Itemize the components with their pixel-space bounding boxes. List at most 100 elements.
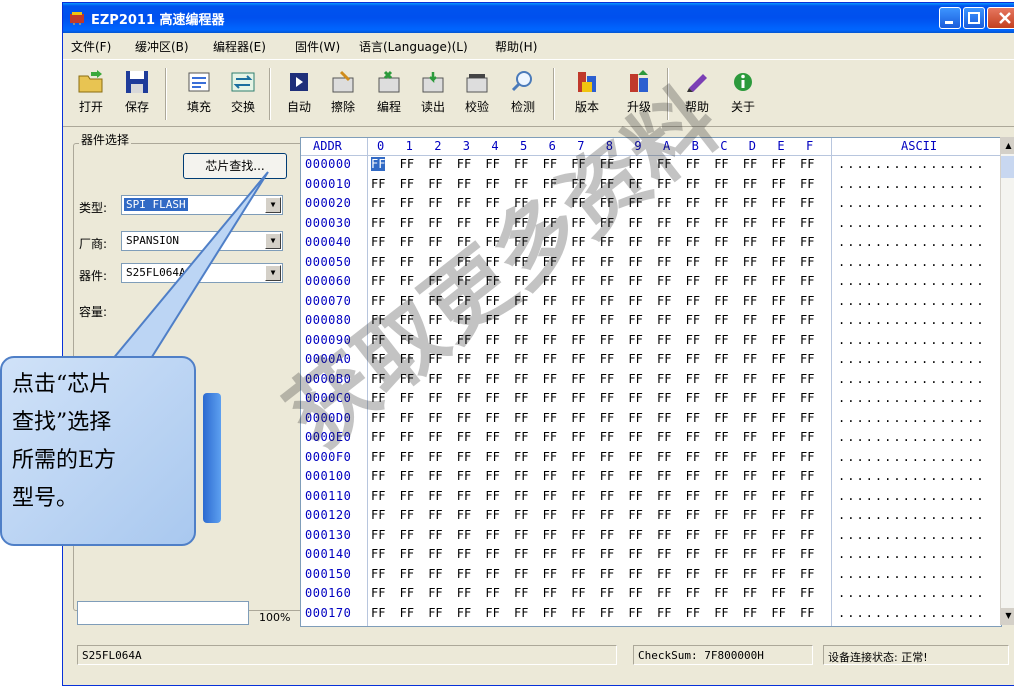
hex-byte[interactable]: FF [800,216,814,230]
hex-byte[interactable]: FF [771,508,785,522]
hex-byte[interactable]: FF [571,567,585,581]
hex-byte[interactable]: FF [714,216,728,230]
hex-byte[interactable]: FF [543,450,557,464]
hex-byte[interactable]: FF [428,528,442,542]
hex-byte[interactable]: FF [600,391,614,405]
hex-byte[interactable]: FF [771,352,785,366]
hex-byte[interactable]: FF [514,177,528,191]
menu-buffer[interactable]: 缓冲区(B) [135,38,189,55]
scroll-thumb[interactable] [1001,156,1014,178]
hex-byte[interactable]: FF [457,157,471,171]
hex-byte[interactable]: FF [714,352,728,366]
hex-byte[interactable]: FF [371,567,385,581]
hex-byte[interactable]: FF [371,450,385,464]
hex-byte[interactable]: FF [628,294,642,308]
hex-byte[interactable]: FF [371,177,385,191]
hex-byte[interactable]: FF [428,313,442,327]
hex-byte[interactable]: FF [628,586,642,600]
hex-byte[interactable]: FF [457,255,471,269]
hex-ascii[interactable]: ................ [838,411,986,425]
hex-byte[interactable]: FF [371,274,385,288]
hex-byte[interactable]: FF [485,294,499,308]
hex-byte[interactable]: FF [485,567,499,581]
hex-byte[interactable]: FF [600,196,614,210]
hex-byte[interactable]: FF [800,352,814,366]
hex-row[interactable]: 000120 FF FF FF FF FF FF FF FF FF FF FF FF FF FF FF FF..… [301,507,1001,524]
hex-byte[interactable]: FF [600,177,614,191]
hex-byte[interactable]: FF [743,469,757,483]
hex-byte[interactable]: FF [686,508,700,522]
hex-byte[interactable]: FF [371,235,385,249]
hex-byte[interactable]: FF [771,294,785,308]
hex-byte[interactable]: FF [714,411,728,425]
hex-byte[interactable]: FF [600,450,614,464]
hex-byte[interactable]: FF [428,333,442,347]
hex-byte[interactable]: FF [743,372,757,386]
hex-byte[interactable]: FF [428,606,442,620]
hex-byte[interactable]: FF [371,372,385,386]
hex-byte[interactable]: FF [657,255,671,269]
hex-byte[interactable]: FF [771,567,785,581]
hex-byte[interactable]: FF [543,567,557,581]
hex-byte[interactable]: FF [400,391,414,405]
menu-firmware[interactable]: 固件(W) [295,38,340,55]
hex-byte[interactable]: FF [543,372,557,386]
hex-byte[interactable]: FF [371,313,385,327]
swap-button[interactable]: 交换 [223,64,263,122]
menu-programmer[interactable]: 编程器(E) [213,38,266,55]
maximize-button[interactable] [963,7,985,29]
hex-byte[interactable]: FF [400,547,414,561]
hex-byte[interactable]: FF [600,333,614,347]
hex-byte[interactable]: FF [771,333,785,347]
hex-byte[interactable]: FF [686,430,700,444]
hex-byte[interactable]: FF [428,255,442,269]
hex-byte[interactable]: FF [800,430,814,444]
hex-byte[interactable]: FF [543,177,557,191]
hex-byte[interactable]: FF [714,177,728,191]
hex-byte[interactable]: FF [514,450,528,464]
hex-byte[interactable]: FF [743,294,757,308]
hex-byte[interactable]: FF [714,469,728,483]
hex-byte[interactable]: FF [686,547,700,561]
hex-byte[interactable]: FF [571,430,585,444]
hex-byte[interactable]: FF [371,352,385,366]
hex-byte[interactable]: FF [485,255,499,269]
hex-byte[interactable]: FF [457,528,471,542]
hex-byte[interactable]: FF [543,489,557,503]
hex-byte[interactable]: FF [657,606,671,620]
hex-byte[interactable]: FF [800,372,814,386]
hex-byte[interactable]: FF [743,586,757,600]
hex-byte[interactable]: FF [428,411,442,425]
hex-byte[interactable]: FF [428,372,442,386]
hex-byte[interactable]: FF [628,274,642,288]
hex-byte[interactable]: FF [457,216,471,230]
hex-byte[interactable]: FF [628,430,642,444]
hex-row[interactable]: 000160 FF FF FF FF FF FF FF FF FF FF FF FF FF FF FF FF..… [301,585,1001,602]
hex-byte[interactable]: FF [800,391,814,405]
hex-byte[interactable]: FF [400,333,414,347]
hex-byte[interactable]: FF [571,255,585,269]
hex-byte[interactable]: FF [600,606,614,620]
hex-byte[interactable]: FF [743,313,757,327]
hex-byte[interactable]: FF [371,508,385,522]
hex-ascii[interactable]: ................ [838,235,986,249]
hex-ascii[interactable]: ................ [838,274,986,288]
hex-byte[interactable]: FF [485,352,499,366]
hex-row[interactable]: 000010 FF FF FF FF FF FF FF FF FF FF FF FF FF FF FF FF..… [301,176,1001,193]
hex-byte[interactable]: FF [543,157,557,171]
hex-byte[interactable]: FF [686,352,700,366]
hex-byte[interactable]: FF [771,430,785,444]
hex-byte[interactable]: FF [686,294,700,308]
hex-byte[interactable]: FF [571,391,585,405]
hex-byte[interactable]: FF [771,255,785,269]
hex-byte[interactable]: FF [714,606,728,620]
hex-byte[interactable]: FF [771,157,785,171]
hex-byte[interactable]: FF [657,528,671,542]
hex-byte[interactable]: FF [743,508,757,522]
hex-byte[interactable]: FF [628,547,642,561]
hex-ascii[interactable]: ................ [838,450,986,464]
hex-byte[interactable]: FF [485,489,499,503]
hex-byte[interactable]: FF [743,196,757,210]
hex-ascii[interactable]: ................ [838,489,986,503]
hex-byte[interactable]: FF [571,216,585,230]
